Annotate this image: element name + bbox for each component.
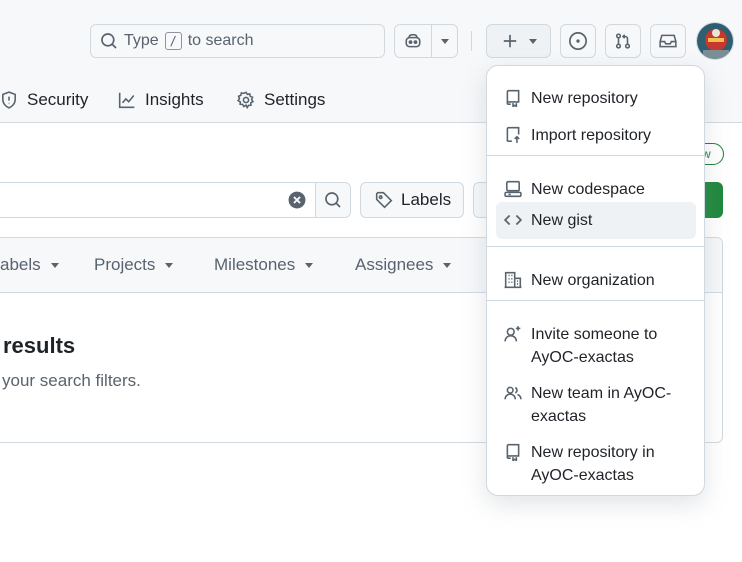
search-placeholder-suffix: to search <box>187 32 254 49</box>
filter-search-button[interactable] <box>315 182 351 218</box>
chevron-down-icon <box>165 262 174 268</box>
clear-icon[interactable] <box>288 191 306 209</box>
header-divider <box>471 31 472 51</box>
no-results-subtitle: your search filters. <box>2 371 141 390</box>
people-icon <box>504 386 522 400</box>
search-icon <box>101 33 117 49</box>
inbox-button[interactable] <box>650 24 686 58</box>
menu-item-label: New team in AyOC-exactas <box>531 385 672 425</box>
tab-security[interactable]: Security <box>0 84 88 116</box>
inbox-icon <box>659 34 677 48</box>
chevron-down-icon <box>443 262 452 268</box>
labels-button-label: Labels <box>401 190 452 209</box>
plus-icon <box>503 34 516 48</box>
labels-button[interactable]: Labels <box>360 182 464 218</box>
issue-opened-icon <box>569 32 587 50</box>
create-new-button[interactable] <box>486 24 551 58</box>
filter-label: abels <box>0 255 41 274</box>
copilot-icon <box>405 33 421 48</box>
filter-label: Milestones <box>214 255 296 274</box>
global-search-input[interactable]: Type / to search <box>90 24 385 58</box>
search-placeholder-prefix: Type <box>124 32 159 49</box>
menu-item-new-repository-in-org[interactable]: New repository in AyOC-exactas <box>496 434 696 494</box>
graph-icon <box>118 92 135 109</box>
pull-requests-button[interactable] <box>605 24 641 58</box>
copilot-menu-button[interactable] <box>432 24 458 58</box>
tab-label: Settings <box>264 90 326 109</box>
repo-icon <box>506 443 520 461</box>
gear-icon <box>237 91 255 109</box>
filter-label: Assignees <box>355 255 434 274</box>
filter-label: Projects <box>94 255 156 274</box>
menu-divider <box>487 246 704 247</box>
chevron-down-icon <box>50 262 59 268</box>
menu-item-new-repository[interactable]: New repository <box>496 80 696 117</box>
organization-icon <box>504 271 522 289</box>
avatar[interactable] <box>696 22 734 60</box>
menu-divider <box>487 300 704 301</box>
filter-projects[interactable]: Projects <box>94 255 174 275</box>
tab-insights[interactable]: Insights <box>118 84 204 116</box>
filter-labels[interactable]: abels <box>0 255 59 275</box>
menu-item-new-gist[interactable]: New gist <box>496 202 696 239</box>
avatar-image-icon <box>697 23 733 59</box>
menu-item-new-organization[interactable]: New organization <box>496 262 696 299</box>
menu-item-label: Invite someone to AyOC-exactas <box>531 326 658 366</box>
create-new-menu: New repository Import repository New cod… <box>486 65 705 496</box>
menu-item-label: New repository <box>531 90 638 107</box>
tab-settings[interactable]: Settings <box>237 84 325 116</box>
menu-item-new-team[interactable]: New team in AyOC-exactas <box>496 375 696 435</box>
chevron-down-icon <box>305 262 314 268</box>
menu-item-label: Import repository <box>531 127 652 144</box>
chevron-down-icon <box>440 38 449 44</box>
search-icon <box>325 192 341 208</box>
filter-milestones[interactable]: Milestones <box>214 255 314 275</box>
chevron-down-icon <box>528 38 537 44</box>
issues-button[interactable] <box>560 24 596 58</box>
codespaces-icon <box>504 180 522 198</box>
shield-icon <box>2 91 16 109</box>
copilot-button[interactable] <box>394 24 432 58</box>
no-results-title: results <box>3 333 76 358</box>
person-add-icon <box>504 326 521 342</box>
menu-divider <box>487 155 704 156</box>
menu-item-invite-someone[interactable]: Invite someone to AyOC-exactas <box>496 316 696 376</box>
repo-icon <box>506 89 520 107</box>
menu-item-label: New gist <box>531 212 593 229</box>
tab-label: Security <box>27 90 89 109</box>
code-icon <box>504 214 522 226</box>
menu-item-label: New organization <box>531 272 655 289</box>
menu-item-label: New codespace <box>531 181 645 198</box>
tab-label: Insights <box>145 90 204 109</box>
issues-filter-input[interactable] <box>0 182 316 218</box>
search-shortcut-key: / <box>164 32 182 50</box>
tag-icon <box>375 191 393 209</box>
filter-assignees[interactable]: Assignees <box>355 255 452 275</box>
pull-request-icon <box>615 33 631 49</box>
menu-item-import-repository[interactable]: Import repository <box>496 117 696 154</box>
repo-push-icon <box>506 126 520 143</box>
menu-item-label: New repository in AyOC-exactas <box>531 444 655 484</box>
